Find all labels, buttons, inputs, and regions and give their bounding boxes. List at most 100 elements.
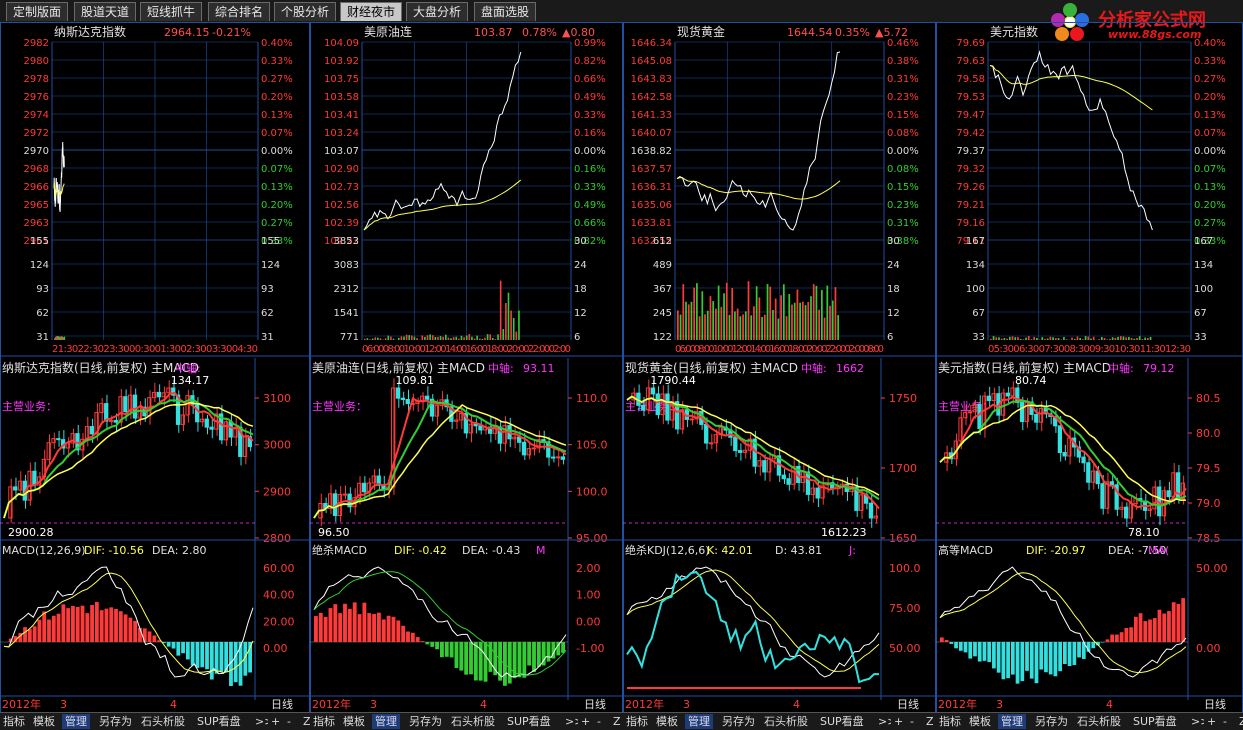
volume-bar (1138, 336, 1141, 340)
volume-bar (1087, 336, 1090, 340)
candle-body (781, 474, 786, 480)
histogram-bar (1162, 613, 1167, 642)
tab-4[interactable]: 综合排名 (208, 2, 271, 21)
zoom-out-button[interactable]: - (907, 714, 917, 729)
tab-7[interactable]: 大盘分析 (406, 2, 469, 21)
tab-8[interactable]: 盘面选股 (474, 2, 537, 21)
candle-body (1019, 402, 1025, 423)
zoom-out-button[interactable]: - (594, 714, 604, 729)
toolbar-indicator-button[interactable]: 指标 (623, 714, 651, 729)
zoom-out-button[interactable]: - (284, 714, 294, 729)
toolbar-manage-button[interactable]: 管理 (372, 714, 400, 729)
tab-6[interactable]: 财经夜市 (340, 2, 403, 21)
toolbar-template-button[interactable]: 模板 (653, 714, 681, 729)
toolbar-indicator-button[interactable]: 指标 (0, 714, 28, 729)
zoom-in-button[interactable]: + (268, 714, 284, 729)
toolbar-save-as-button[interactable]: 另存为 (719, 714, 758, 729)
price-tick-left: 103.24 (324, 128, 359, 139)
day-axis-label: 80.5 (1196, 392, 1221, 405)
volume-bar (492, 338, 494, 340)
volume-bar (460, 335, 463, 340)
zoom-reset-button[interactable]: Z (610, 714, 624, 729)
toolbar-sup-board-button[interactable]: SUP看盘 (1130, 714, 1180, 729)
vol-tick-left: 489 (653, 260, 672, 271)
tab-1[interactable]: 定制版面 (6, 2, 69, 21)
zoom-in-button[interactable]: + (891, 714, 907, 729)
toolbar-stone-stock-button[interactable]: 石头析股 (138, 714, 188, 729)
volume-bar (736, 308, 739, 340)
toolbar-stone-stock-button[interactable]: 石头析股 (761, 714, 811, 729)
toolbar-sup-board-button[interactable]: SUP看盘 (194, 714, 244, 729)
histogram-bar (977, 642, 982, 662)
time-axis-labels: 06:0008:0010:0012:0014:0016:0018:0020:00… (675, 344, 884, 355)
toolbar-template-button[interactable]: 模板 (966, 714, 994, 729)
volume-bar (1128, 336, 1130, 340)
candle-body (641, 404, 646, 411)
volume-bar (392, 338, 395, 340)
volume-bar (1014, 337, 1017, 340)
histogram-bar (415, 637, 420, 642)
vol-tick-right: 12 (887, 308, 900, 319)
zoom-out-button[interactable]: - (1220, 714, 1230, 729)
volume-bar (1122, 336, 1125, 340)
price-tick-right: 0.08% (887, 164, 919, 175)
day-axis-label: 1750 (889, 392, 917, 405)
toolbar-stone-stock-button[interactable]: 石头析股 (1074, 714, 1124, 729)
candle-body (868, 502, 874, 519)
indicator-line-2 (626, 569, 880, 672)
histogram-bar (440, 642, 444, 658)
toolbar-sup-board-button[interactable]: SUP看盘 (817, 714, 867, 729)
volume-bar (777, 318, 780, 340)
date-month-2: 4 (170, 698, 177, 711)
ma-red (313, 397, 567, 519)
toolbar-save-as-button[interactable]: 另存为 (96, 714, 135, 729)
day-axis-label: 105.0 (576, 439, 608, 452)
zoom-in-button[interactable]: + (578, 714, 594, 729)
volume-bar (497, 334, 499, 340)
tab-2[interactable]: 股道天道 (74, 2, 137, 21)
toolbar-indicator-button[interactable]: 指标 (310, 714, 338, 729)
histogram-bar (166, 642, 171, 647)
histogram-bar (1063, 642, 1067, 665)
volume-bar (992, 336, 995, 340)
volume-bar (390, 336, 392, 340)
candle-body (424, 395, 430, 400)
price-tick-right: 0.07% (261, 164, 293, 175)
histogram-bar (968, 642, 973, 659)
candle-body (737, 450, 743, 453)
price-tick-right: 0.13% (1194, 182, 1226, 193)
tab-5[interactable]: 个股分析 (274, 2, 337, 21)
candle-body (1109, 481, 1115, 486)
volume-bar (387, 335, 390, 340)
toolbar-template-button[interactable]: 模板 (30, 714, 58, 729)
toolbar-template-button[interactable]: 模板 (340, 714, 368, 729)
toolbar-manage-button[interactable]: 管理 (998, 714, 1026, 729)
chart-svg: 纳斯达克指数 2964.15 -0.21% 2982 0.40% 2980 0.33% 297… (0, 22, 310, 730)
ind-axis-label: 2.00 (576, 562, 601, 575)
candle-body (99, 403, 104, 414)
toolbar-indicator-button[interactable]: 指标 (936, 714, 964, 729)
histogram-bar (1100, 642, 1105, 643)
volume-bar (1103, 337, 1106, 340)
tab-3[interactable]: 短线抓牛 (140, 2, 203, 21)
toolbar-sup-board-button[interactable]: SUP看盘 (504, 714, 554, 729)
price-tick-left: 2982 (24, 38, 49, 49)
zoom-reset-button[interactable]: Z (923, 714, 937, 729)
panel-p4: 美元指数 79.69 0.40% 79.63 0.33% 79.58 0.27% 79.53 0… (936, 22, 1243, 730)
toolbar-stone-stock-button[interactable]: 石头析股 (448, 714, 498, 729)
histogram-bar (219, 642, 224, 672)
candle-body (1119, 506, 1124, 510)
toolbar-save-as-button[interactable]: 另存为 (1032, 714, 1071, 729)
daily-title: 现货黄金(日线,前复权) 主MACD (625, 360, 798, 375)
volume-bar (766, 284, 769, 340)
price-tick-left: 2966 (24, 182, 49, 193)
price-tick-left: 79.37 (956, 146, 985, 157)
toolbar-manage-button[interactable]: 管理 (685, 714, 713, 729)
toolbar-save-as-button[interactable]: 另存为 (406, 714, 445, 729)
zoom-reset-button[interactable]: Z (1236, 714, 1243, 729)
toolbar-manage-button[interactable]: 管理 (62, 714, 90, 729)
volume-bar (369, 339, 371, 340)
period-label: 日线 (584, 697, 606, 711)
zoom-in-button[interactable]: + (1204, 714, 1220, 729)
mid-value: 79.12 (1143, 362, 1175, 375)
